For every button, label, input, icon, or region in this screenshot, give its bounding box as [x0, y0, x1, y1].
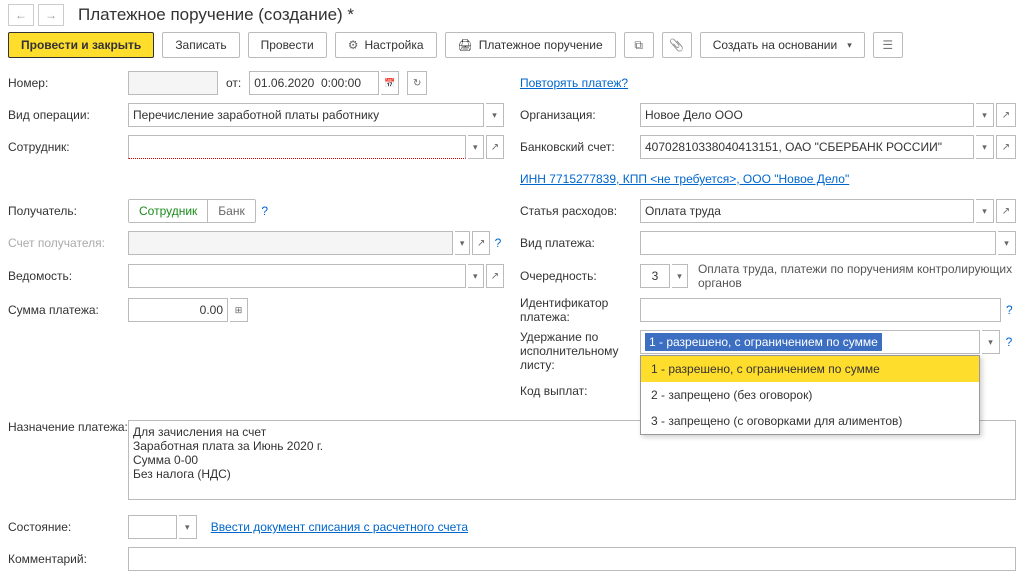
page-title: Платежное поручение (создание) * — [78, 5, 354, 25]
org-ext[interactable]: ↗ — [996, 103, 1016, 127]
org-dd[interactable]: ▾ — [976, 103, 994, 127]
payid-label: Идентификатор платежа: — [520, 296, 640, 324]
date-cal-button[interactable]: 📅 — [381, 71, 399, 95]
gear-icon — [348, 38, 359, 52]
create-based-button[interactable]: Создать на основании — [700, 32, 865, 58]
employee-input[interactable] — [128, 135, 466, 159]
amount-input[interactable] — [128, 298, 228, 322]
bankacct-select[interactable]: 40702810338040413151, ОАО "СБЕРБАНК РОСС… — [640, 135, 974, 159]
optype-dd[interactable]: ▾ — [486, 103, 504, 127]
sheet-ext[interactable]: ↗ — [486, 264, 504, 288]
settings-button[interactable]: Настройка — [335, 32, 437, 58]
bankacct-ext[interactable]: ↗ — [996, 135, 1016, 159]
bankacct-label: Банковский счет: — [520, 140, 640, 154]
payid-input[interactable] — [640, 298, 1001, 322]
repeat-link[interactable]: Повторять платеж? — [520, 76, 628, 90]
comment-input[interactable] — [128, 547, 1016, 571]
expitem-ext[interactable]: ↗ — [996, 199, 1016, 223]
menu-button[interactable] — [873, 32, 903, 58]
withhold-select[interactable]: 1 - разрешено, с ограничением по сумме 1… — [640, 330, 980, 354]
state-label: Состояние: — [8, 520, 128, 534]
recacct-dd: ▾ — [455, 231, 471, 255]
sheet-input[interactable] — [128, 264, 466, 288]
amount-calc[interactable]: ⊞ — [230, 298, 248, 322]
print-button[interactable]: Платежное поручение — [445, 32, 616, 58]
employee-ext[interactable]: ↗ — [486, 135, 504, 159]
paytype-dd[interactable]: ▾ — [998, 231, 1016, 255]
write-button[interactable]: Записать — [162, 32, 239, 58]
state-dd[interactable]: ▾ — [179, 515, 197, 539]
nav-fwd[interactable]: → — [38, 4, 64, 26]
clip-icon — [669, 38, 684, 52]
tree-button[interactable] — [624, 32, 654, 58]
post-button[interactable]: Провести — [248, 32, 327, 58]
attach-button[interactable] — [662, 32, 692, 58]
withhold-option-2[interactable]: 2 - запрещено (без оговорок) — [641, 382, 979, 408]
bankacct-dd[interactable]: ▾ — [976, 135, 994, 159]
sheet-dd[interactable]: ▾ — [468, 264, 484, 288]
priority-input[interactable] — [640, 264, 670, 288]
paytype-select[interactable] — [640, 231, 996, 255]
withhold-dropdown: 1 - разрешено, с ограничением по сумме 2… — [640, 355, 980, 435]
priority-label: Очередность: — [520, 269, 640, 283]
paytype-label: Вид платежа: — [520, 236, 640, 250]
org-label: Организация: — [520, 108, 640, 122]
withhold-option-3[interactable]: 3 - запрещено (с оговорками для алименто… — [641, 408, 979, 434]
post-close-button[interactable]: Провести и закрыть — [8, 32, 154, 58]
recipient-label: Получатель: — [8, 204, 128, 218]
comment-label: Комментарий: — [8, 552, 128, 566]
from-label: от: — [226, 76, 241, 90]
employee-label: Сотрудник: — [8, 140, 128, 154]
employee-dd[interactable]: ▾ — [468, 135, 484, 159]
recacct-label: Счет получателя: — [8, 236, 128, 250]
optype-select[interactable]: Перечисление заработной платы работнику — [128, 103, 484, 127]
tree-icon — [634, 38, 643, 53]
recacct-help[interactable]: ? — [492, 236, 504, 250]
bankinfo-link[interactable]: ИНН 7715277839, КПП <не требуется>, ООО … — [520, 172, 849, 186]
recacct-input — [128, 231, 453, 255]
toggle-employee[interactable]: Сотрудник — [129, 200, 207, 222]
priority-text: Оплата труда, платежи по поручениям конт… — [698, 262, 1016, 290]
recacct-ext: ↗ — [472, 231, 489, 255]
number-input[interactable] — [128, 71, 218, 95]
recipient-toggle[interactable]: Сотрудник Банк — [128, 199, 256, 223]
paycodes-label: Код выплат: — [520, 384, 640, 398]
recipient-help[interactable]: ? — [258, 204, 272, 218]
date-input[interactable] — [249, 71, 379, 95]
print-icon — [458, 38, 473, 52]
expitem-dd[interactable]: ▾ — [976, 199, 994, 223]
menu-icon — [882, 38, 893, 52]
optype-label: Вид операции: — [8, 108, 128, 122]
purpose-label: Назначение платежа: — [8, 420, 128, 434]
withhold-help[interactable]: ? — [1002, 335, 1016, 349]
expitem-select[interactable]: Оплата труда — [640, 199, 974, 223]
nav-back[interactable]: ← — [8, 4, 34, 26]
priority-dd[interactable]: ▾ — [672, 264, 688, 288]
toggle-bank[interactable]: Банк — [207, 200, 254, 222]
writeoff-link[interactable]: Ввести документ списания с расчетного сч… — [211, 520, 468, 534]
withhold-option-1[interactable]: 1 - разрешено, с ограничением по сумме — [641, 356, 979, 382]
withhold-dd[interactable]: ▾ — [982, 330, 1000, 354]
expitem-label: Статья расходов: — [520, 204, 640, 218]
payid-help[interactable]: ? — [1003, 303, 1016, 317]
withhold-label: Удержание по исполнительному листу: — [520, 330, 640, 372]
org-select[interactable]: Новое Дело ООО — [640, 103, 974, 127]
amount-label: Сумма платежа: — [8, 303, 128, 317]
sheet-label: Ведомость: — [8, 269, 128, 283]
date-ext-button[interactable]: ↻ — [407, 71, 427, 95]
number-label: Номер: — [8, 76, 128, 90]
state-select[interactable] — [128, 515, 177, 539]
